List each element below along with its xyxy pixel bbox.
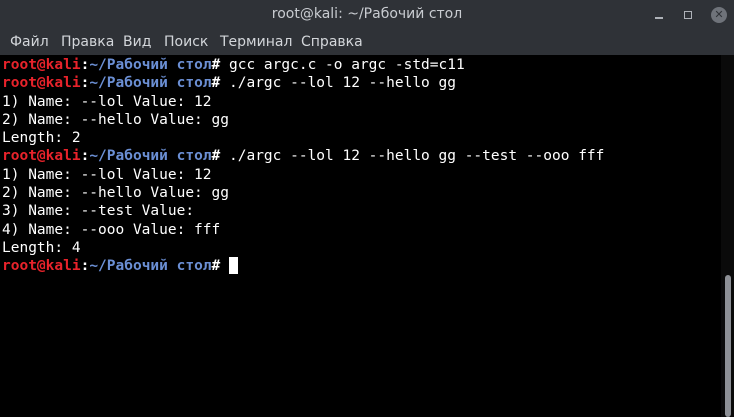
prompt-hash: # [211, 57, 229, 73]
prompt-separator: : [80, 57, 90, 73]
menu-terminal[interactable]: Терминал [220, 34, 292, 50]
output-line: 1) Name: --lol Value: 12 [2, 93, 212, 110]
prompt-user: root@kali [2, 57, 81, 73]
window-title: root@kali: ~/Рабочий стол [271, 6, 463, 22]
terminal-window: root@kali: ~/Рабочий стол ✕ Файл Правка … [0, 0, 734, 417]
output-line: 4) Name: --ooo Value: fff [2, 221, 221, 238]
prompt-hash: # [211, 148, 229, 165]
prompt-separator: : [80, 148, 90, 165]
title-bar[interactable]: root@kali: ~/Рабочий стол ✕ [0, 0, 734, 29]
prompt-user: root@kali [2, 258, 81, 275]
menu-file[interactable]: Файл [10, 34, 49, 50]
terminal-line: root@kali:~/Рабочий стол# ./argc --lol 1… [0, 74, 721, 92]
command-text: ./argc --lol 12 --hello gg --test --ooo … [229, 148, 605, 165]
prompt-hash: # [211, 258, 229, 275]
scrollbar-thumb[interactable] [725, 275, 731, 417]
prompt-separator: : [80, 258, 90, 275]
prompt-user: root@kali [2, 75, 81, 92]
output-line: 2) Name: --hello Value: gg [2, 185, 229, 202]
menu-search[interactable]: Поиск [164, 34, 208, 50]
terminal-line: root@kali:~/Рабочий стол# [0, 257, 721, 275]
prompt-path: ~/Рабочий стол [89, 75, 212, 92]
terminal-output[interactable]: root@kali:~/Рабочий стол# gcc argc.c -o … [0, 55, 721, 417]
output-line: 1) Name: --lol Value: 12 [2, 166, 212, 183]
menu-help[interactable]: Справка [301, 34, 363, 50]
command-text: ./argc --lol 12 --hello gg [229, 75, 456, 92]
command-text: gcc argc.c -o argc -std=c11 [229, 57, 465, 73]
terminal-line: root@kali:~/Рабочий стол# gcc argc.c -o … [0, 56, 721, 74]
prompt-hash: # [211, 75, 229, 92]
prompt-separator: : [80, 75, 90, 92]
menu-bar: Файл Правка Вид Поиск Терминал Справка [0, 29, 734, 55]
output-line: 3) Name: --test Value: [2, 203, 195, 220]
output-line: Length: 2 [2, 130, 81, 147]
scrollbar[interactable] [721, 55, 734, 417]
prompt-path: ~/Рабочий стол [89, 258, 212, 275]
prompt-user: root@kali [2, 148, 81, 165]
text-cursor [229, 257, 238, 275]
output-line: 2) Name: --hello Value: gg [2, 111, 229, 128]
close-icon[interactable]: ✕ [711, 7, 727, 23]
output-line: Length: 4 [2, 239, 81, 256]
menu-edit[interactable]: Правка [61, 34, 114, 50]
minimize-icon[interactable] [651, 7, 667, 23]
prompt-path: ~/Рабочий стол [89, 57, 212, 73]
prompt-path: ~/Рабочий стол [89, 148, 212, 165]
maximize-icon[interactable] [680, 7, 696, 23]
terminal-line: root@kali:~/Рабочий стол# ./argc --lol 1… [0, 147, 721, 165]
menu-view[interactable]: Вид [123, 34, 151, 50]
